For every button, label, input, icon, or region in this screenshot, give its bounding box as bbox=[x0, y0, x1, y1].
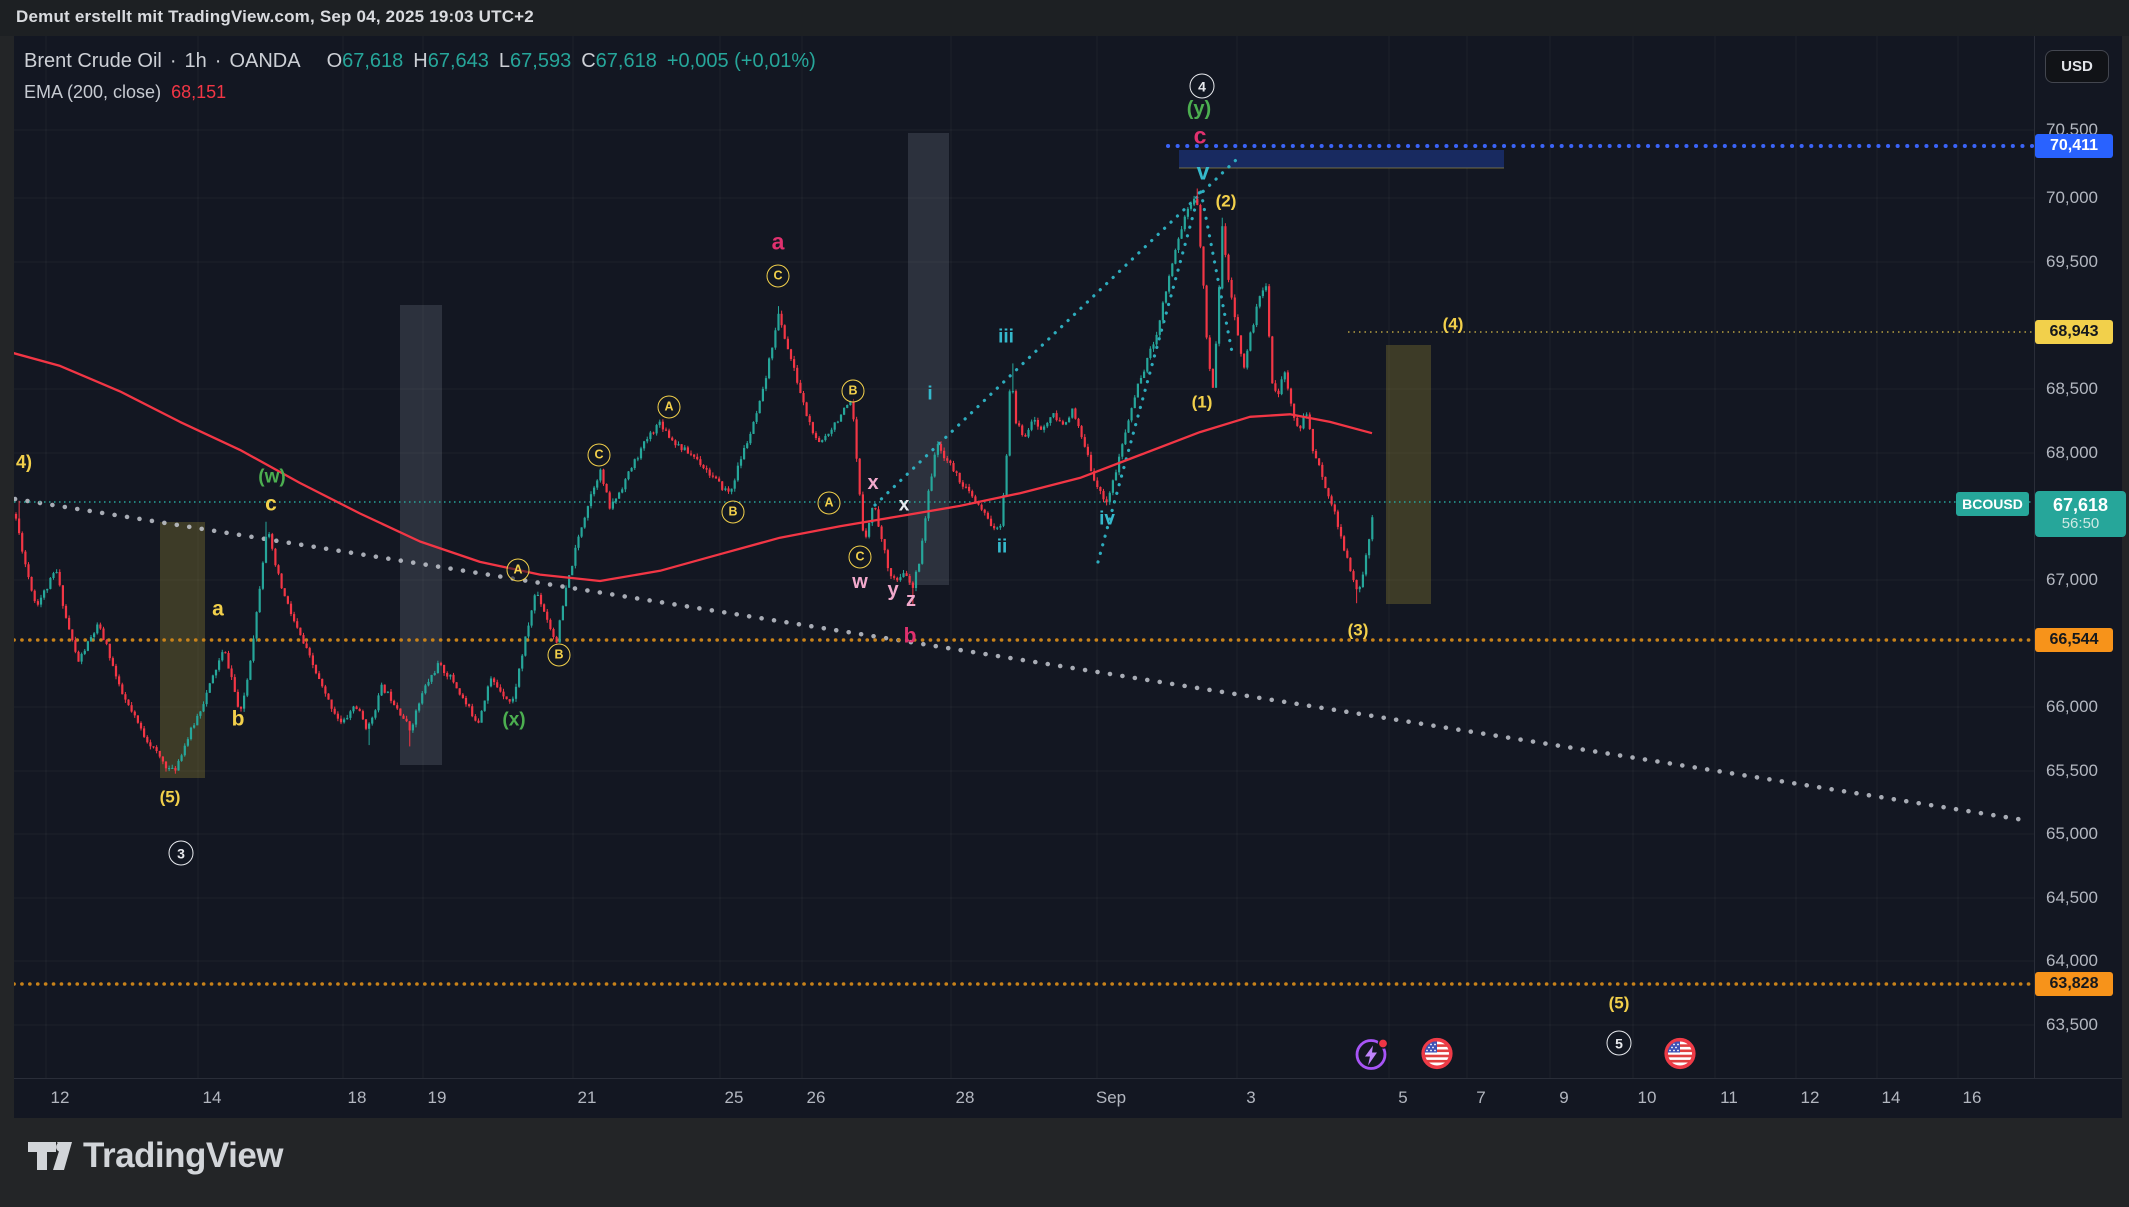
bar-countdown: 56:50 bbox=[2062, 516, 2100, 533]
descending-resistance[interactable] bbox=[15, 499, 2030, 821]
time-tick-21: 21 bbox=[578, 1088, 597, 1108]
legend-separator: · bbox=[170, 50, 177, 73]
symbol-name[interactable]: Brent Crude Oil bbox=[24, 50, 162, 73]
price-tick-63,500: 63,500 bbox=[2046, 1015, 2098, 1035]
highlight-olive-left[interactable] bbox=[160, 522, 205, 778]
time-tick-14: 14 bbox=[1882, 1088, 1901, 1108]
tradingview-logo-icon bbox=[26, 1136, 72, 1176]
tradingview-logo: TradingView bbox=[26, 1136, 283, 1176]
price-tag-66,544: 66,544 bbox=[2035, 628, 2113, 652]
price-tick-68,000: 68,000 bbox=[2046, 443, 2098, 463]
ohlc-key: O bbox=[327, 50, 343, 72]
price-tick-70,000: 70,000 bbox=[2046, 188, 2098, 208]
ohlc-values: O67,618H67,643L67,593C67,618 bbox=[317, 50, 657, 73]
legend-row-indicator[interactable]: EMA (200, close) 68,151 bbox=[24, 82, 816, 103]
price-tick-65,500: 65,500 bbox=[2046, 761, 2098, 781]
tradingview-screenshot: 4)(5)3ab(w)c(x)ABCABaCABCwxxyzbiiiiiiivv… bbox=[0, 0, 2129, 1207]
indicator-value: 68,151 bbox=[171, 82, 226, 103]
us-flag-event-icon[interactable] bbox=[1419, 1036, 1455, 1077]
ohlc-key: L bbox=[499, 50, 510, 72]
cyan-rising-steep[interactable] bbox=[1098, 190, 1200, 562]
us-flag-event-icon[interactable] bbox=[1662, 1036, 1698, 1077]
time-tick-10: 10 bbox=[1638, 1088, 1657, 1108]
ohlc-key: C bbox=[581, 50, 595, 72]
time-tick-12: 12 bbox=[51, 1088, 70, 1108]
blue-resistance-bar[interactable] bbox=[1179, 150, 1504, 168]
highlight-olive-right[interactable] bbox=[1386, 345, 1431, 604]
interval-label[interactable]: 1h bbox=[185, 50, 207, 73]
ohlc-value: 67,618 bbox=[596, 50, 657, 72]
legend-row-symbol[interactable]: Brent Crude Oil · 1h · OANDA O67,618H67,… bbox=[24, 50, 816, 73]
candlestick-plot[interactable] bbox=[0, 0, 2129, 1207]
price-tick-65,000: 65,000 bbox=[2046, 824, 2098, 844]
time-tick-18: 18 bbox=[348, 1088, 367, 1108]
price-tick-64,500: 64,500 bbox=[2046, 888, 2098, 908]
time-tick-16: 16 bbox=[1963, 1088, 1982, 1108]
price-tag-68,943: 68,943 bbox=[2035, 320, 2113, 344]
ohlc-value: 67,643 bbox=[428, 50, 489, 72]
time-tick-3: 3 bbox=[1246, 1088, 1255, 1108]
exchange-label[interactable]: OANDA bbox=[229, 50, 300, 73]
page-footer: TradingView bbox=[0, 1118, 2129, 1207]
current-price-tag: 67,618 56:50 bbox=[2035, 491, 2126, 537]
change-value: +0,005 (+0,01%) bbox=[667, 50, 816, 73]
candles bbox=[15, 189, 1373, 774]
price-axis-separator bbox=[2034, 36, 2035, 1118]
ohlc-value: 67,593 bbox=[510, 50, 571, 72]
ohlc-value: 67,618 bbox=[342, 50, 403, 72]
attribution-text: Demut erstellt mit TradingView.com, Sep … bbox=[16, 7, 534, 27]
price-tick-69,500: 69,500 bbox=[2046, 252, 2098, 272]
time-axis[interactable]: 12 14 18 19 21 25 26 28 Sep 3 5 7 9 10 11 12 14 16 bbox=[14, 1079, 2122, 1118]
price-tick-67,000: 67,000 bbox=[2046, 570, 2098, 590]
price-tag-63,828: 63,828 bbox=[2035, 972, 2113, 996]
time-tick-11: 11 bbox=[1720, 1088, 1738, 1108]
symbol-price-flag: BCOUSD bbox=[1956, 492, 2029, 516]
time-tick-19: 19 bbox=[428, 1088, 447, 1108]
time-tick-14: 14 bbox=[203, 1088, 222, 1108]
attribution-bar: Demut erstellt mit TradingView.com, Sep … bbox=[0, 0, 2129, 36]
pane-group[interactable] bbox=[0, 36, 2034, 1078]
price-tag-70,411: 70,411 bbox=[2035, 134, 2113, 158]
time-tick-25: 25 bbox=[725, 1088, 744, 1108]
grid-lines bbox=[14, 36, 2034, 1078]
current-price-value: 67,618 bbox=[2053, 495, 2108, 516]
price-tick-66,000: 66,000 bbox=[2046, 697, 2098, 717]
tradingview-logo-text: TradingView bbox=[83, 1136, 283, 1176]
ema-200-line[interactable] bbox=[0, 349, 1372, 581]
time-tick-7: 7 bbox=[1476, 1088, 1485, 1108]
lightning-event-icon[interactable] bbox=[1354, 1036, 1390, 1077]
legend-separator: · bbox=[215, 50, 222, 73]
time-tick-28: 28 bbox=[956, 1088, 975, 1108]
price-tick-64,000: 64,000 bbox=[2046, 951, 2098, 971]
price-tick-68,500: 68,500 bbox=[2046, 379, 2098, 399]
time-tick-12: 12 bbox=[1801, 1088, 1820, 1108]
time-tick-9: 9 bbox=[1559, 1088, 1568, 1108]
ohlc-key: H bbox=[413, 50, 427, 72]
time-tick-Sep: Sep bbox=[1096, 1088, 1126, 1108]
currency-toggle-button[interactable]: USD bbox=[2045, 50, 2109, 83]
time-tick-5: 5 bbox=[1398, 1088, 1407, 1108]
symbol-legend[interactable]: Brent Crude Oil · 1h · OANDA O67,618H67,… bbox=[24, 50, 816, 103]
indicator-name[interactable]: EMA (200, close) bbox=[24, 82, 161, 103]
time-tick-26: 26 bbox=[807, 1088, 826, 1108]
